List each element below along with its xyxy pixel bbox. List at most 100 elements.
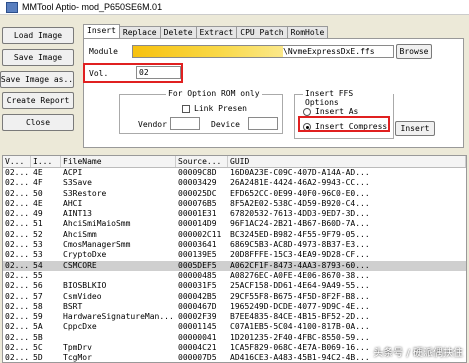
cell-guid: A062CF1F-8473-4AA3-8793-60... xyxy=(230,260,370,270)
cell-index: 50 xyxy=(33,188,43,198)
cell-guid: 29CF55F8-B675-4F5D-8F2F-B8... xyxy=(230,291,370,301)
cell-volume: 02... xyxy=(5,353,30,363)
cell-guid: 6869C5B3-AC8D-4973-8B37-E3... xyxy=(230,240,370,250)
cell-source: 000076B5 xyxy=(178,198,217,208)
tab-insert[interactable]: Insert xyxy=(83,24,120,39)
table-row[interactable]: 02... 49 AINT13 00001E31 67820532-7613-4DD3-… xyxy=(3,209,466,219)
insert-as-radio[interactable] xyxy=(303,108,311,116)
cell-filename: AINT13 xyxy=(63,209,92,219)
cell-guid: BC3245ED-B982-4F55-9F79-05... xyxy=(230,229,370,239)
cell-source: 00003641 xyxy=(178,240,217,250)
cell-filename: AhciSmm xyxy=(63,229,97,239)
column-header-filename[interactable]: FileName xyxy=(61,156,176,167)
save-image-button[interactable]: Save Image xyxy=(2,49,74,66)
table-row[interactable]: 02... 52 AhciSmm 000002C11 BC3245ED-B982-4F5… xyxy=(3,230,466,240)
cell-guid: 26A2481E-4424-46A2-9943-CC... xyxy=(230,178,370,188)
cell-filename: HardwareSignatureMan... xyxy=(63,312,174,322)
load-image-button[interactable]: Load Image xyxy=(2,27,74,44)
device-field[interactable] xyxy=(248,117,278,130)
cell-filename: TcgMor xyxy=(63,353,92,363)
cell-source: 0005DEF5 xyxy=(178,260,217,270)
cell-guid: 1965249D-DCDE-4077-9D9C-4E... xyxy=(230,301,370,311)
cell-filename: BSRT xyxy=(63,301,83,311)
cell-filename: S3Restore xyxy=(63,188,107,198)
cell-filename: CryptoDxe xyxy=(63,250,107,260)
module-path-text: \NvmeExpressDxE.ffs xyxy=(283,47,375,56)
table-row[interactable]: 02... 54 CSMCORE 0005DEF5 A062CF1F-8473-4AA3… xyxy=(3,260,466,271)
table-row[interactable]: 02... 59 HardwareSignatureMan... 00002F39 B7… xyxy=(3,312,466,322)
table-body: 02... 4E ACPI 00009C8D 16D0A23E-C09C-407D-A1… xyxy=(3,168,466,363)
column-header-volume[interactable]: V... xyxy=(3,156,31,167)
watermark: 头条号 / 硬派偶扶住 xyxy=(373,348,463,359)
cell-source: 000025DC xyxy=(178,188,217,198)
cell-volume: 02... xyxy=(5,168,30,177)
cell-filename: CppcDxe xyxy=(63,322,97,332)
mmtool-window: MMTool Aptio- mod_P650SE6M.01 Load Image… xyxy=(0,0,469,363)
title-bar: MMTool Aptio- mod_P650SE6M.01 xyxy=(0,0,469,15)
cell-source: 00000485 xyxy=(178,270,217,280)
create-report-button[interactable]: Create Report xyxy=(2,92,74,109)
device-label: Device xyxy=(211,120,240,129)
cell-volume: 02... xyxy=(5,301,30,311)
cell-guid: 67820532-7613-4DD3-9ED7-3D... xyxy=(230,209,370,219)
column-header-index[interactable]: I... xyxy=(31,156,61,167)
cell-volume: 02... xyxy=(5,322,30,332)
cell-volume: 02... xyxy=(5,198,30,208)
module-path-field[interactable]: \NvmeExpressDxE.ffs xyxy=(132,45,394,58)
cell-index: 5A xyxy=(33,322,43,332)
table-row[interactable]: 02... 4E ACPI 00009C8D 16D0A23E-C09C-407D-A1… xyxy=(3,168,466,178)
table-row[interactable]: 02... 4E AHCI 000076B5 8F5A2E02-538C-4D59-B9… xyxy=(3,199,466,209)
cell-source: 0000467D xyxy=(178,301,217,311)
table-row[interactable]: 02... 58 BSRT 0000467D 1965249D-DCDE-4077-9D… xyxy=(3,302,466,312)
cell-source: 000042B5 xyxy=(178,291,217,301)
cell-index: 4E xyxy=(33,198,43,208)
table-row[interactable]: 02... 51 AhciSmiMaioSmm 000014D9 96F1AC24-2B… xyxy=(3,219,466,229)
cell-volume: 02... xyxy=(5,188,30,198)
table-row[interactable]: 02... 50 S3Restore 000025DC EFD652CC-0E99-40… xyxy=(3,189,466,199)
column-header-guid[interactable]: GUID xyxy=(228,156,466,167)
save-image-as-button[interactable]: Save Image as.. xyxy=(0,71,74,88)
table-row[interactable]: 02... 5A CppcDxe 00001145 C07A1EB5-5C04-4100… xyxy=(3,322,466,332)
cell-index: 58 xyxy=(33,301,43,311)
cell-index: 4E xyxy=(33,168,43,177)
cell-source: 00001145 xyxy=(178,322,217,332)
cell-volume: 02... xyxy=(5,209,30,219)
table-row[interactable]: 02... 53 CryptoDxe 000139E5 20D8FFFE-15C3-4E… xyxy=(3,250,466,260)
cell-filename: S3Save xyxy=(63,178,92,188)
cell-volume: 02... xyxy=(5,229,30,239)
cell-source: 00003429 xyxy=(178,178,217,188)
cell-filename: CmosManagerSmm xyxy=(63,240,131,250)
insert-as-label: Insert As xyxy=(315,107,359,116)
cell-filename: CsmVideo xyxy=(63,291,102,301)
cell-volume: 02... xyxy=(5,332,30,342)
cell-source: 00004C21 xyxy=(178,343,217,353)
table-header: V... I... FileName Source... GUID xyxy=(3,156,466,168)
table-row[interactable]: 02... 53 CmosManagerSmm 00003641 6869C5B3-AC… xyxy=(3,240,466,250)
browse-button[interactable]: Browse xyxy=(396,44,432,59)
vol-field[interactable]: 02 xyxy=(136,66,181,79)
cell-index: 5D xyxy=(33,353,43,363)
table-row[interactable]: 02... 5B 00000041 1D201235-2F40-4FBC-8550-5… xyxy=(3,333,466,343)
cell-guid: 20D8FFFE-15C3-4EA9-9D28-CF... xyxy=(230,250,370,260)
link-present-checkbox[interactable] xyxy=(182,105,190,113)
insert-compress-highlight xyxy=(298,116,390,132)
cell-index: 59 xyxy=(33,312,43,322)
table-row[interactable]: 02... 4F S3Save 00003429 26A2481E-4424-46A2-… xyxy=(3,178,466,188)
cell-guid: 96F1AC24-2B21-4B67-B60D-7A... xyxy=(230,219,370,229)
cell-guid: 1D201235-2F40-4FBC-8550-59... xyxy=(230,332,370,342)
table-row[interactable]: 02... 56 BIOSBLKIO 000031F5 25ACF158-DD61-4E… xyxy=(3,281,466,291)
table-row[interactable]: 02... 55 00000485 A08276EC-A0FE-4E06-8670-3… xyxy=(3,271,466,281)
vol-label: Vol. xyxy=(89,69,109,78)
cell-volume: 02... xyxy=(5,281,30,291)
insert-button[interactable]: Insert xyxy=(395,121,435,136)
table-row[interactable]: 02... 57 CsmVideo 000042B5 29CF55F8-B675-4F5… xyxy=(3,292,466,302)
cell-filename: AhciSmiMaioSmm xyxy=(63,219,131,229)
vendor-field[interactable] xyxy=(170,117,200,130)
cell-index: 5B xyxy=(33,332,43,342)
app-icon xyxy=(6,1,18,13)
link-present-label: Link Presen xyxy=(194,104,247,113)
cell-index: 57 xyxy=(33,291,43,301)
column-header-source[interactable]: Source... xyxy=(176,156,228,167)
cell-index: 53 xyxy=(33,240,43,250)
close-button[interactable]: Close xyxy=(2,114,74,131)
